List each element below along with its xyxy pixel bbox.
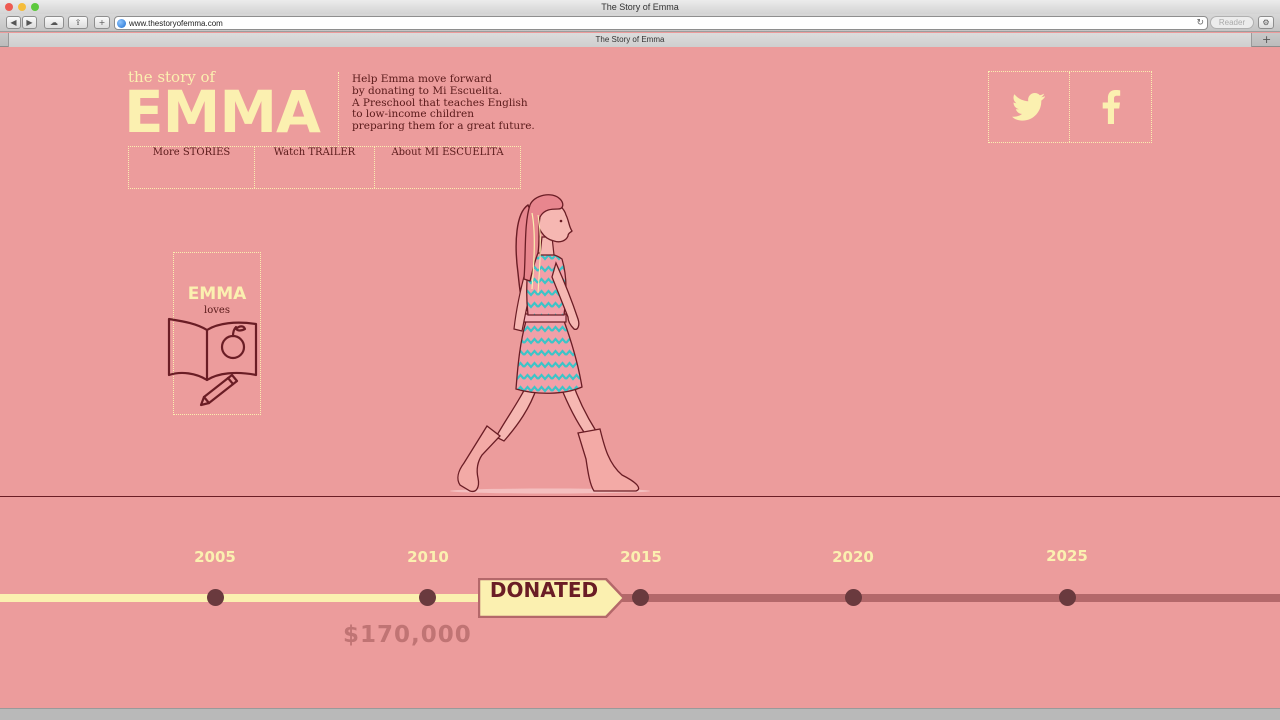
add-tab-icon[interactable]: + — [1262, 33, 1271, 46]
tab-active[interactable]: The Story of Emma — [8, 33, 1252, 47]
url-text: www.thestoryofemma.com — [129, 19, 223, 28]
reader-button[interactable]: Reader — [1210, 16, 1254, 29]
facebook-button[interactable] — [1070, 72, 1151, 142]
twitter-icon — [1012, 93, 1045, 121]
book-apple-pencil-icon — [167, 317, 258, 407]
tab-bar: The Story of Emma + — [0, 33, 1280, 47]
address-bar[interactable]: www.thestoryofemma.com ↻ — [114, 16, 1208, 30]
back-button[interactable]: ◀ — [6, 16, 21, 29]
donated-amount: $170,000 — [343, 622, 472, 648]
forward-button[interactable]: ▶ — [22, 16, 37, 29]
timeline-year-2025: 2025 — [1046, 547, 1088, 565]
new-tab-button[interactable]: + — [94, 16, 110, 29]
timeline-dot-2015[interactable] — [632, 589, 649, 606]
timeline-year-2015: 2015 — [620, 548, 662, 566]
main-nav: More STORIES Watch TRAILER About MI ESCU… — [128, 146, 521, 189]
donated-label: DONATED — [489, 578, 599, 602]
timeline-remaining-bar — [610, 594, 1280, 602]
timeline-progress-bar — [0, 594, 490, 602]
timeline-dot-2010[interactable] — [419, 589, 436, 606]
timeline-year-2005: 2005 — [194, 548, 236, 566]
settings-button[interactable]: ⚙ — [1258, 16, 1274, 29]
donated-marker[interactable]: DONATED — [477, 577, 626, 622]
ground-line — [0, 496, 1280, 497]
globe-icon — [117, 19, 126, 28]
browser-toolbar: ◀ ▶ ☁ ⇪ + www.thestoryofemma.com ↻ Reade… — [0, 14, 1280, 32]
window-title: The Story of Emma — [601, 2, 679, 12]
emma-loves-card[interactable]: EMMA loves — [167, 252, 261, 415]
close-window-button[interactable] — [5, 3, 13, 11]
reload-icon[interactable]: ↻ — [1196, 17, 1204, 29]
timeline-dot-2005[interactable] — [207, 589, 224, 606]
status-bar — [0, 708, 1280, 720]
twitter-button[interactable] — [989, 72, 1070, 142]
share-button[interactable]: ⇪ — [68, 16, 88, 29]
icloud-tabs-button[interactable]: ☁ — [44, 16, 64, 29]
zoom-window-button[interactable] — [31, 3, 39, 11]
logo-emma[interactable]: EMMA — [124, 78, 321, 148]
header-divider — [338, 72, 339, 144]
timeline-dot-2025[interactable] — [1059, 589, 1076, 606]
timeline-year-2010: 2010 — [407, 548, 449, 566]
timeline-year-2020: 2020 — [832, 548, 874, 566]
nav-watch-trailer[interactable]: Watch TRAILER — [255, 147, 375, 188]
nav-about-mi-escuelita[interactable]: About MI ESCUELITA — [375, 147, 520, 188]
timeline-dot-2020[interactable] — [845, 589, 862, 606]
facebook-icon — [1102, 90, 1120, 124]
page-content: the story of EMMA Help Emma move forward… — [0, 48, 1280, 708]
emma-walking-illustration — [450, 194, 650, 494]
window-titlebar: The Story of Emma — [0, 0, 1280, 14]
nav-more-stories[interactable]: More STORIES — [129, 147, 255, 188]
minimize-window-button[interactable] — [18, 3, 26, 11]
loves-card-title: EMMA — [187, 284, 247, 304]
tagline: Help Emma move forward by donating to Mi… — [352, 73, 535, 133]
social-links — [988, 71, 1152, 143]
